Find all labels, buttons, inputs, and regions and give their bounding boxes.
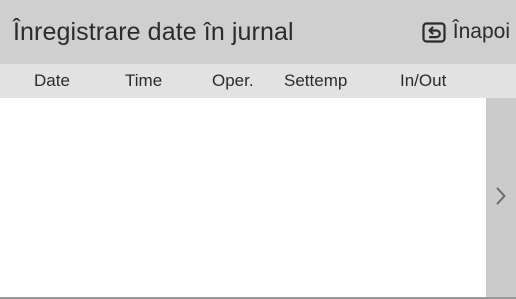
log-screen: Înregistrare date în jurnal Înapoi Date … [0,0,516,299]
next-page-button[interactable] [486,98,516,299]
back-button-label: Înapoi [452,20,510,43]
column-header-time: Time [125,71,163,90]
return-icon [421,21,447,43]
title-bar: Înregistrare date în jurnal Înapoi [0,0,516,64]
column-header-in-out: In/Out [400,71,447,90]
column-header-settemp: Settemp [284,71,348,90]
column-header-date: Date [34,71,70,90]
log-table-body [0,98,486,299]
chevron-right-icon [495,186,507,211]
column-header-operation: Oper. [212,71,254,90]
back-button[interactable]: Înapoi [421,0,510,64]
page-title: Înregistrare date în jurnal [13,17,294,46]
table-header: Date Time Oper. Settemp In/Out [0,64,516,98]
